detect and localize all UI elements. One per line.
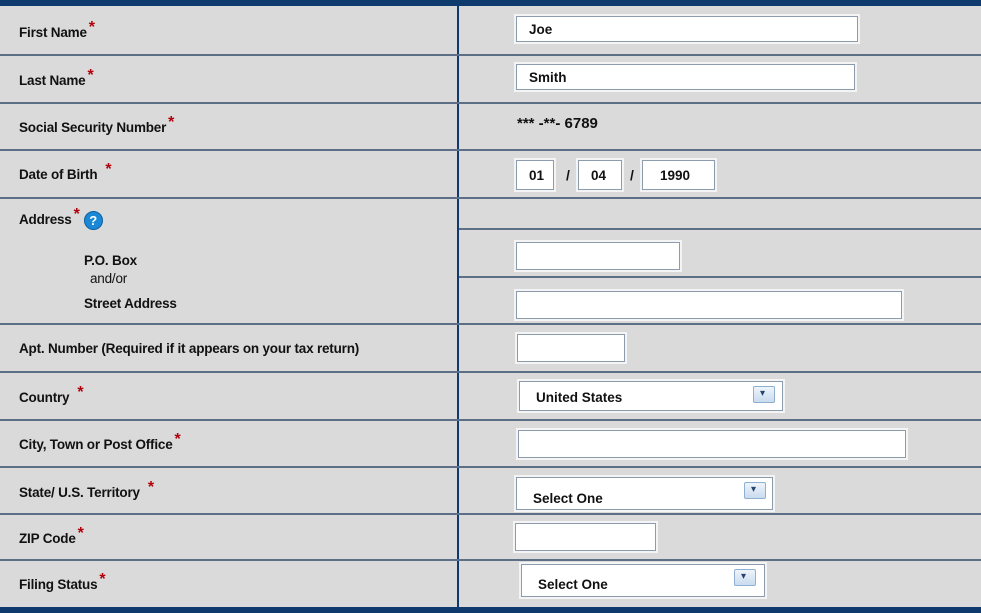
address-label: Address *? <box>19 206 103 230</box>
state-label: State/ U.S. Territory * <box>19 479 154 500</box>
dob-month-input[interactable] <box>516 160 554 190</box>
dob-day-input[interactable] <box>578 160 622 190</box>
required-asterisk: * <box>73 206 80 224</box>
po-box-input[interactable] <box>516 242 680 270</box>
street-address-input[interactable] <box>516 291 902 319</box>
dropdown-button[interactable]: ▾ <box>734 569 756 586</box>
ssn-masked-value: *** -**- 6789 <box>517 115 598 132</box>
city-input[interactable] <box>518 430 906 458</box>
city-label: City, Town or Post Office * <box>19 431 181 452</box>
required-asterisk: * <box>88 19 95 36</box>
apt-number-label: Apt. Number (Required if it appears on y… <box>19 341 360 356</box>
filing-status-selected-value: Select One <box>538 577 608 592</box>
state-selected-value: Select One <box>533 491 603 506</box>
first-name-input[interactable] <box>516 16 858 42</box>
last-name-label: Last Name * <box>19 67 94 88</box>
row-divider <box>0 102 981 104</box>
required-asterisk: * <box>77 384 84 401</box>
dob-label: Date of Birth * <box>19 161 112 182</box>
last-name-input[interactable] <box>516 64 855 90</box>
country-selected-value: United States <box>536 390 623 405</box>
filing-status-label: Filing Status * <box>19 571 106 592</box>
state-select[interactable]: Select One ▾ <box>516 477 773 510</box>
chevron-down-icon: ▾ <box>741 571 747 582</box>
ssn-label: Social Security Number * <box>19 114 175 135</box>
row-divider <box>459 228 981 230</box>
street-address-label: Street Address <box>84 296 177 311</box>
row-divider <box>459 276 981 278</box>
help-icon[interactable]: ? <box>83 211 103 230</box>
required-asterisk: * <box>87 67 94 84</box>
required-asterisk: * <box>174 431 181 448</box>
zip-label: ZIP Code * <box>19 525 84 546</box>
row-divider <box>0 419 981 421</box>
date-separator: / <box>566 167 570 183</box>
required-asterisk: * <box>147 479 154 496</box>
dob-year-input[interactable] <box>642 160 715 190</box>
row-divider <box>0 559 981 561</box>
row-divider <box>0 323 981 325</box>
country-label: Country * <box>19 384 84 405</box>
required-asterisk: * <box>105 161 112 178</box>
required-asterisk: * <box>99 571 106 588</box>
and-or-label: and/or <box>90 271 128 286</box>
row-divider <box>0 149 981 151</box>
row-divider <box>0 197 981 199</box>
column-divider <box>457 6 459 607</box>
country-select[interactable]: United States ▾ <box>519 381 783 411</box>
row-divider <box>0 466 981 468</box>
required-asterisk: * <box>77 525 84 542</box>
row-divider <box>0 54 981 56</box>
dropdown-button[interactable]: ▾ <box>744 482 766 499</box>
first-name-label: First Name * <box>19 19 95 40</box>
po-box-label: P.O. Box <box>84 253 137 268</box>
taxpayer-form: First Name* Last Name* Social Security N… <box>0 0 981 613</box>
filing-status-select[interactable]: Select One ▾ <box>521 564 765 597</box>
row-divider <box>0 371 981 373</box>
zip-input[interactable] <box>515 523 656 551</box>
apt-number-input[interactable] <box>517 334 625 362</box>
date-separator: / <box>630 167 634 183</box>
dropdown-button[interactable]: ▾ <box>753 386 775 403</box>
required-asterisk: * <box>168 114 175 131</box>
chevron-down-icon: ▾ <box>760 388 766 399</box>
chevron-down-icon: ▾ <box>751 484 757 495</box>
row-divider <box>0 513 981 515</box>
